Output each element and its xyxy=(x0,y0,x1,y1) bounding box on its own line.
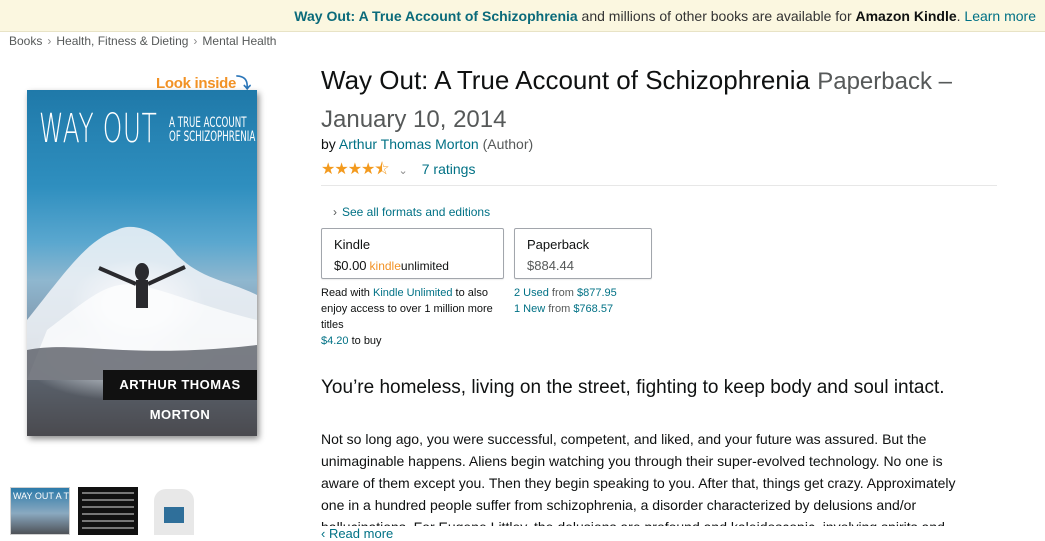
cover-subtitle: A TRUE ACCOUNT OF SCHIZOPHRENIA xyxy=(169,116,255,144)
thumbnail-tshirt[interactable] xyxy=(144,487,204,535)
promo-kindle-text: Amazon Kindle xyxy=(855,8,957,24)
divider xyxy=(321,185,997,186)
format-kindle-button[interactable]: Kindle $0.00 kindleunlimited xyxy=(321,228,504,279)
byline-prefix: by xyxy=(321,136,339,152)
description-body: Not so long ago, you were successful, co… xyxy=(321,431,956,526)
wave-figure-illustration xyxy=(27,226,257,380)
see-all-formats-label: See all formats and editions xyxy=(342,205,491,219)
tshirt-icon xyxy=(154,489,194,535)
cover-title: WAY OUT xyxy=(39,106,158,152)
breadcrumb-separator: › xyxy=(47,34,52,48)
breadcrumb-separator: › xyxy=(193,34,198,48)
read-more-link[interactable]: ‹ Read more xyxy=(321,526,393,541)
cover-subtitle-line2: OF SCHIZOPHRENIA xyxy=(169,129,256,145)
used-offer-price[interactable]: $877.95 xyxy=(577,287,617,299)
used-offer-link[interactable]: 2 Used xyxy=(514,287,549,299)
new-offer: 1 New from $768.57 xyxy=(514,303,614,315)
thumbnail-cover[interactable]: WAY OUT A TRUE ACCOUNT xyxy=(10,487,70,535)
thumbnail-cover-text: WAY OUT A TRUE ACCOUNT xyxy=(13,491,70,501)
cover-subtitle-line1: A TRUE ACCOUNT xyxy=(169,115,247,131)
breadcrumb: Books › Health, Fitness & Dieting › Mental H… xyxy=(9,34,276,48)
format-paperback-button[interactable]: Paperback $884.44 xyxy=(514,228,652,279)
product-title: Way Out: A True Account of Schizophrenia… xyxy=(321,62,1021,138)
used-new-offers: 2 Used from $877.95 1 New from $768.57 xyxy=(514,285,617,317)
see-all-formats[interactable]: › See all formats and editions xyxy=(333,205,490,219)
kindle-buy-price-link[interactable]: $4.20 xyxy=(321,335,349,347)
format-paperback-name: Paperback xyxy=(527,237,590,252)
used-offer: 2 Used from $877.95 xyxy=(514,287,617,299)
new-offer-price[interactable]: $768.57 xyxy=(573,303,613,315)
promo-book-link[interactable]: Way Out: A True Account of Schizophrenia xyxy=(294,8,577,24)
breadcrumb-books[interactable]: Books xyxy=(9,34,42,48)
breadcrumb-mental-health[interactable]: Mental Health xyxy=(202,34,276,48)
description-headline: You’re homeless, living on the street, f… xyxy=(321,377,945,398)
product-title-text: Way Out: A True Account of Schizophrenia xyxy=(321,65,810,95)
breadcrumb-health-fitness[interactable]: Health, Fitness & Dieting xyxy=(56,34,188,48)
kindle-unlimited-logo: kindleunlimited xyxy=(369,259,449,273)
format-paperback-price: $884.44 xyxy=(527,258,574,273)
kindle-unlimited-note: Read with Kindle Unlimited to also enjoy… xyxy=(321,287,493,347)
star-rating-icon[interactable]: ★★★★⯪ xyxy=(321,161,390,178)
thumbnail-back-cover[interactable] xyxy=(78,487,138,535)
new-offer-link[interactable]: 1 New xyxy=(514,303,545,315)
format-kindle-name: Kindle xyxy=(334,237,371,252)
learn-more-link[interactable]: Learn more xyxy=(964,8,1036,24)
byline: by Arthur Thomas Morton (Author) xyxy=(321,136,533,152)
ratings-count-link[interactable]: 7 ratings xyxy=(422,161,476,177)
format-kindle-price: $0.00 xyxy=(334,258,367,273)
kindle-promo-banner: Way Out: A True Account of Schizophrenia… xyxy=(0,0,1045,32)
book-cover-image[interactable]: WAY OUT A TRUE ACCOUNT OF SCHIZOPHRENIA … xyxy=(27,90,257,436)
chevron-right-icon: › xyxy=(333,205,337,219)
kindle-unlimited-link[interactable]: Kindle Unlimited xyxy=(373,287,452,299)
rating-row: ★★★★⯪ ⌄ 7 ratings xyxy=(321,158,475,185)
cover-author: ARTHUR THOMAS MORTON xyxy=(103,370,257,422)
author-link[interactable]: Arthur Thomas Morton xyxy=(339,136,479,152)
promo-text: and millions of other books are availabl… xyxy=(577,8,856,24)
author-role: (Author) xyxy=(482,136,534,152)
chevron-down-icon[interactable]: ⌄ xyxy=(399,165,408,177)
